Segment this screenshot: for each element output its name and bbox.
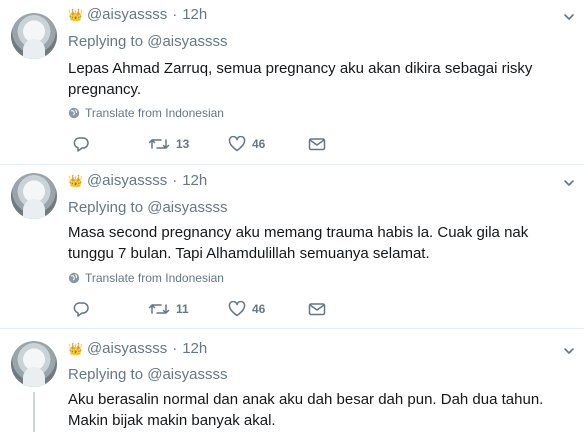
retweet-button[interactable]: 11 [148,301,228,317]
retweet-button[interactable]: 13 [148,136,228,152]
retweet-count: 13 [176,137,190,151]
replying-prefix: Replying to [68,199,144,216]
like-button[interactable]: 46 [228,136,308,152]
username[interactable]: @aisyassss [87,340,167,357]
chevron-down-icon[interactable] [562,176,576,190]
avatar[interactable] [11,341,57,387]
heart-icon [228,301,246,317]
replying-to: Replying to @aisyassss [68,199,227,216]
tweet-text: Masa second pregnancy aku memang trauma … [68,224,529,262]
like-count: 46 [252,137,266,151]
globe-icon [68,107,80,119]
envelope-icon [308,136,326,152]
replying-to: Replying to @aisyassss [68,33,227,50]
timestamp[interactable]: 12h [182,340,207,357]
reply-button[interactable] [72,136,148,152]
reply-button[interactable] [72,301,148,317]
heart-icon [228,136,246,152]
timestamp[interactable]: 12h [182,172,207,189]
separator-dot: · [172,172,178,189]
replying-mention[interactable]: @aisyassss [147,366,227,383]
avatar[interactable] [11,13,57,59]
retweet-icon [148,136,170,152]
separator-dot: · [172,340,178,357]
like-button[interactable]: 46 [228,301,308,317]
username[interactable]: @aisyassss [87,172,167,189]
tweet-divider [0,328,584,329]
tweet-actions: 11 46 [72,301,326,317]
envelope-icon [308,301,326,317]
like-count: 46 [252,302,266,316]
retweet-icon [148,301,170,317]
timestamp[interactable]: 12h [182,6,207,23]
tweet-text: Aku berasalin normal dan anak aku dah be… [68,391,544,429]
translate-link[interactable]: Translate from Indonesian [68,106,224,120]
separator-dot: · [172,6,178,23]
tweet-text: Lepas Ahmad Zarruq, semua pregnancy aku … [68,60,533,98]
crown-emoji: 👑 [68,173,83,188]
tweet-header: 👑 @aisyassss · 12h [68,172,207,189]
reply-icon [72,136,90,152]
chevron-down-icon[interactable] [562,10,576,24]
avatar[interactable] [11,173,57,219]
tweet-divider [0,164,584,165]
reply-icon [72,301,90,317]
tweet-actions: 13 46 [72,136,326,152]
globe-icon [68,272,80,284]
replying-to: Replying to @aisyassss [68,366,227,383]
replying-prefix: Replying to [68,33,144,50]
translate-label: Translate from Indonesian [85,106,224,120]
tweet-header: 👑 @aisyassss · 12h [68,340,207,357]
chevron-down-icon[interactable] [562,344,576,358]
replying-prefix: Replying to [68,366,144,383]
translate-link[interactable]: Translate from Indonesian [68,271,224,285]
replying-mention[interactable]: @aisyassss [147,33,227,50]
thread-connector-line [33,392,35,432]
dm-button[interactable] [308,301,326,317]
tweet-header: 👑 @aisyassss · 12h [68,6,207,23]
crown-emoji: 👑 [68,7,83,22]
username[interactable]: @aisyassss [87,6,167,23]
replying-mention[interactable]: @aisyassss [147,199,227,216]
dm-button[interactable] [308,136,326,152]
crown-emoji: 👑 [68,341,83,356]
translate-label: Translate from Indonesian [85,271,224,285]
retweet-count: 11 [176,302,189,316]
